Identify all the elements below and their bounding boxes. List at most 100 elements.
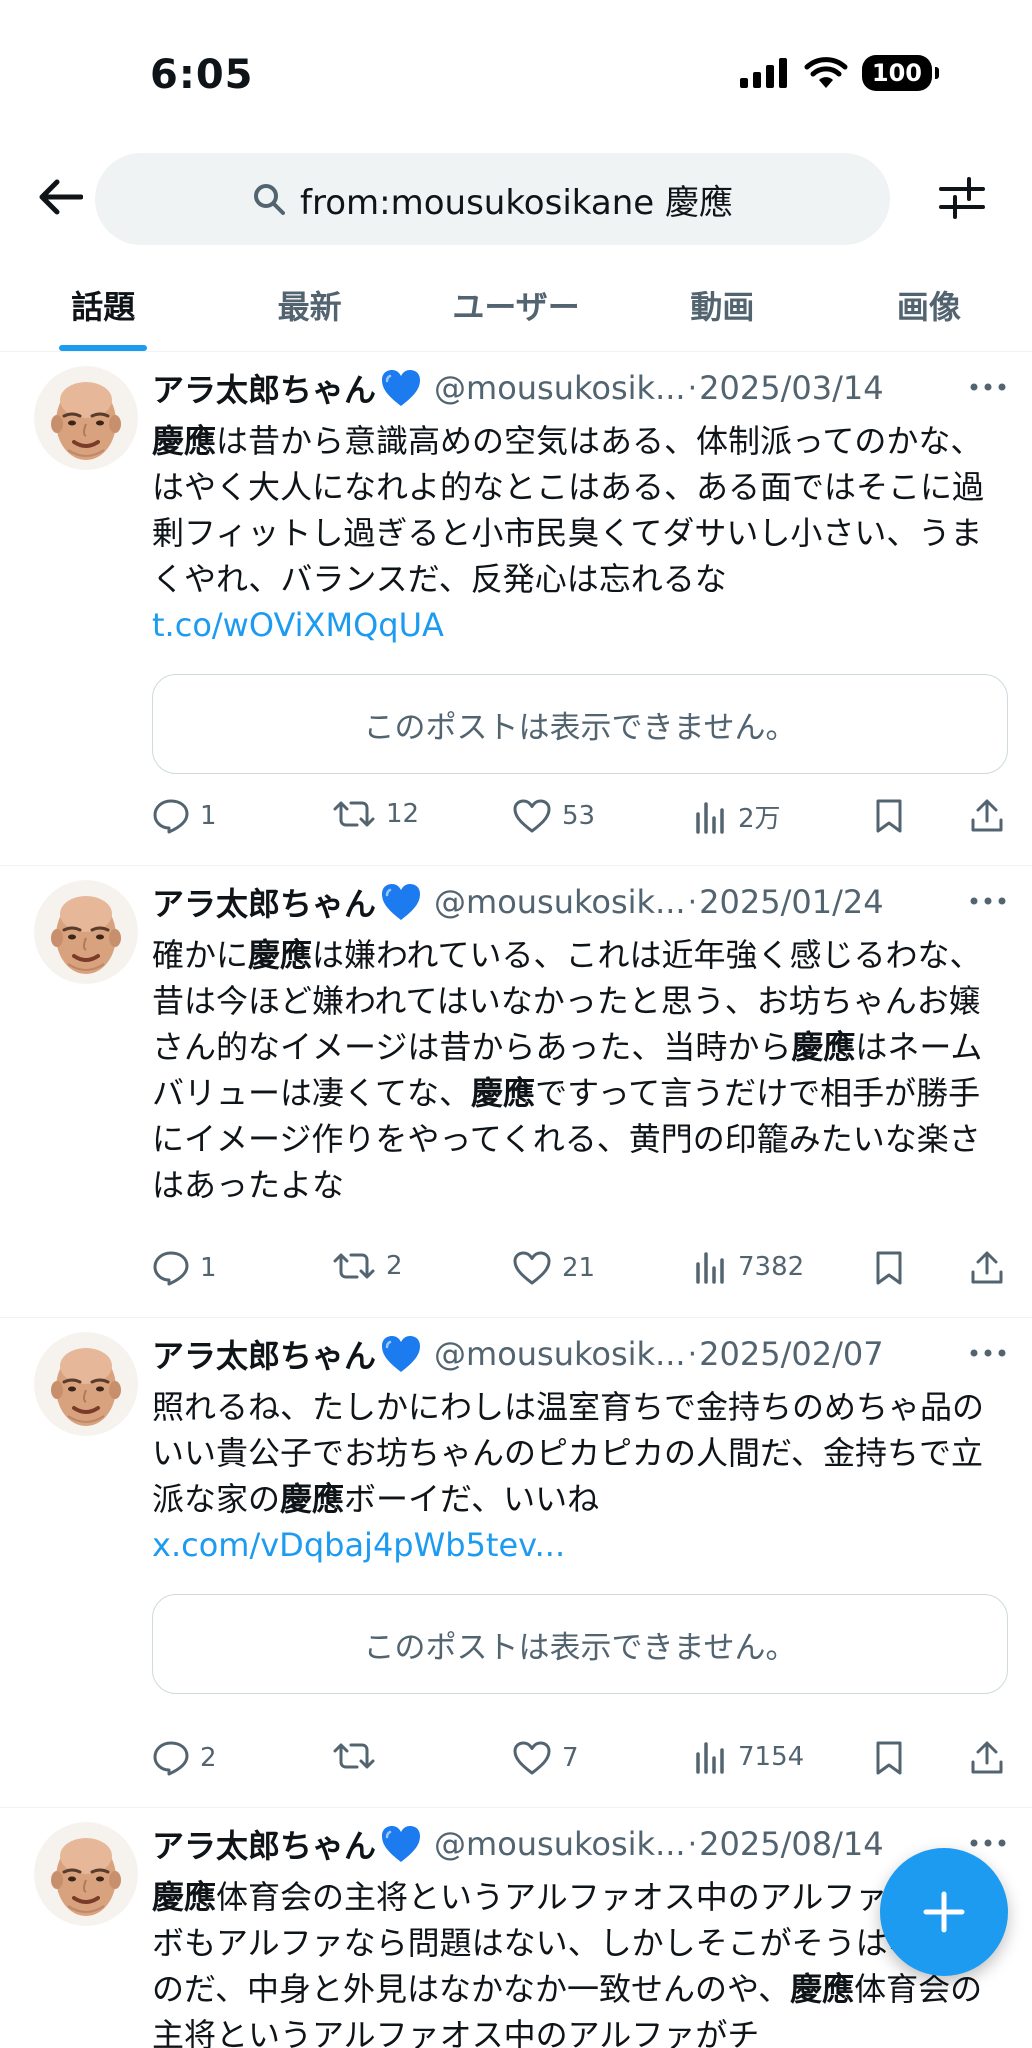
compose-post-button[interactable] [880, 1848, 1008, 1976]
search-keyword-highlight: 慶應 [280, 1480, 345, 1518]
search-keyword-highlight: 慶應 [152, 1878, 217, 1916]
search-keyword-highlight: 慶應 [152, 422, 217, 460]
arrow-left-icon [39, 179, 83, 215]
like-count: 7 [562, 1743, 579, 1773]
post-content: アラ太郎ちゃん @mousukosik... · 2025/03/14 慶應は昔… [152, 362, 1008, 774]
back-button[interactable] [30, 167, 90, 227]
post-text: 確かに慶應は嫌われている、これは近年強く感じるわな、昔は今ほど嫌われてはいなかっ… [152, 932, 1008, 1208]
post-text-segment: は昔から意識高めの空気はある、体制派ってのかな、はやく大人になれよ的なとこはある… [152, 422, 985, 598]
analytics-icon [694, 1740, 728, 1774]
share-button[interactable] [970, 1740, 1004, 1776]
post-header: アラ太郎ちゃん @mousukosik... · 2025/08/14 [152, 1818, 1008, 1870]
cellular-signal-icon [739, 58, 787, 88]
unavailable-post-notice: このポストは表示できません。 [152, 674, 1008, 774]
avatar[interactable] [34, 880, 138, 984]
repost-button[interactable]: 2 [332, 1250, 403, 1282]
share-icon [970, 1740, 1004, 1776]
tab-label: 画像 [896, 288, 961, 326]
blue-heart-icon [380, 1334, 422, 1374]
author-name[interactable]: アラ太郎ちゃん [152, 365, 376, 411]
post-date[interactable]: 2025/01/24 [699, 883, 883, 921]
view-count: 7382 [738, 1252, 805, 1282]
share-icon [970, 1250, 1004, 1286]
post-actions: 1 2 21 7382 [152, 1244, 1008, 1294]
post[interactable]: アラ太郎ちゃん @mousukosik... · 2025/08/14 慶應体育… [0, 1808, 1032, 2048]
post-header: アラ太郎ちゃん @mousukosik... · 2025/02/07 [152, 1328, 1008, 1380]
post-text: 慶應は昔から意識高めの空気はある、体制派ってのかな、はやく大人になれよ的なとこは… [152, 418, 1008, 648]
author-name[interactable]: アラ太郎ちゃん [152, 1331, 376, 1377]
tab-top[interactable]: 話題 [0, 268, 206, 351]
search-input[interactable]: from:mousukosikane 慶應 [95, 153, 890, 245]
separator-dot: · [687, 884, 698, 920]
avatar[interactable] [34, 366, 138, 470]
reply-button[interactable]: 2 [152, 1740, 217, 1776]
post[interactable]: アラ太郎ちゃん @mousukosik... · 2025/03/14 慶應は昔… [0, 352, 1032, 866]
post-header: アラ太郎ちゃん @mousukosik... · 2025/03/14 [152, 362, 1008, 414]
bookmark-icon [874, 1740, 904, 1776]
post-date[interactable]: 2025/02/07 [699, 1335, 883, 1373]
search-query: from:mousukosikane 慶應 [300, 182, 733, 223]
author-handle[interactable]: @mousukosik... [434, 1335, 686, 1373]
heart-outline-icon [512, 1740, 552, 1776]
views-button[interactable]: 7154 [694, 1740, 804, 1774]
repost-count: 2 [386, 1251, 403, 1281]
post-link[interactable]: x.com/vDqbaj4pWb5tev... [152, 1526, 565, 1564]
views-button[interactable]: 7382 [694, 1250, 804, 1284]
blue-heart-icon [380, 1824, 422, 1864]
post[interactable]: アラ太郎ちゃん @mousukosik... · 2025/01/24 確かに慶… [0, 866, 1032, 1318]
bookmark-button[interactable] [874, 798, 904, 834]
search-keyword-highlight: 慶應 [248, 936, 313, 974]
tab-videos[interactable]: 動画 [619, 268, 825, 351]
status-indicators: 100 [739, 55, 940, 91]
repost-icon [332, 798, 376, 830]
more-options-icon[interactable] [968, 1348, 1008, 1358]
more-options-icon[interactable] [968, 896, 1008, 906]
avatar[interactable] [34, 1332, 138, 1436]
reply-button[interactable]: 1 [152, 798, 217, 834]
bookmark-button[interactable] [874, 1740, 904, 1776]
post-date[interactable]: 2025/03/14 [699, 369, 883, 407]
bookmark-icon [874, 798, 904, 834]
share-button[interactable] [970, 798, 1004, 834]
post-text-segment: 確かに [152, 936, 249, 974]
like-button[interactable]: 7 [512, 1740, 579, 1776]
repost-button[interactable]: 12 [332, 798, 419, 830]
status-bar: 6:05 100 [0, 0, 1032, 140]
search-header: from:mousukosikane 慶應 [0, 145, 1032, 255]
bookmark-button[interactable] [874, 1250, 904, 1286]
repost-button[interactable] [332, 1740, 386, 1772]
views-button[interactable]: 2万 [694, 798, 781, 835]
repost-count: 12 [386, 799, 420, 829]
like-button[interactable]: 21 [512, 1250, 595, 1286]
share-button[interactable] [970, 1250, 1004, 1286]
reply-button[interactable]: 1 [152, 1250, 217, 1286]
sliders-icon [939, 177, 985, 219]
tab-images[interactable]: 画像 [826, 268, 1032, 351]
avatar[interactable] [34, 1822, 138, 1926]
reply-icon [152, 798, 190, 834]
post-text-segment: ボーイだ、いいね [344, 1480, 600, 1518]
status-time: 6:05 [150, 52, 254, 98]
tab-latest[interactable]: 最新 [206, 268, 412, 351]
separator-dot: · [687, 370, 698, 406]
battery-indicator: 100 [861, 55, 940, 91]
post-link[interactable]: t.co/wOViXMQqUA [152, 606, 444, 644]
more-options-icon[interactable] [968, 382, 1008, 392]
post[interactable]: アラ太郎ちゃん @mousukosik... · 2025/02/07 照れるね… [0, 1318, 1032, 1808]
separator-dot: · [687, 1336, 698, 1372]
heart-outline-icon [512, 798, 552, 834]
search-filter-button[interactable] [932, 167, 992, 227]
post-text: 照れるね、たしかにわしは温室育ちで金持ちのめちゃ品のいい貴公子でお坊ちゃんのピカ… [152, 1384, 1008, 1568]
more-options-icon[interactable] [968, 1838, 1008, 1848]
search-keyword-highlight: 慶應 [471, 1074, 536, 1112]
author-handle[interactable]: @mousukosik... [434, 369, 686, 407]
post-date[interactable]: 2025/08/14 [699, 1825, 883, 1863]
repost-icon [332, 1250, 376, 1282]
author-name[interactable]: アラ太郎ちゃん [152, 1821, 376, 1867]
like-count: 53 [562, 801, 596, 831]
author-handle[interactable]: @mousukosik... [434, 883, 686, 921]
like-button[interactable]: 53 [512, 798, 595, 834]
author-handle[interactable]: @mousukosik... [434, 1825, 686, 1863]
author-name[interactable]: アラ太郎ちゃん [152, 879, 376, 925]
tab-people[interactable]: ユーザー [413, 268, 619, 351]
